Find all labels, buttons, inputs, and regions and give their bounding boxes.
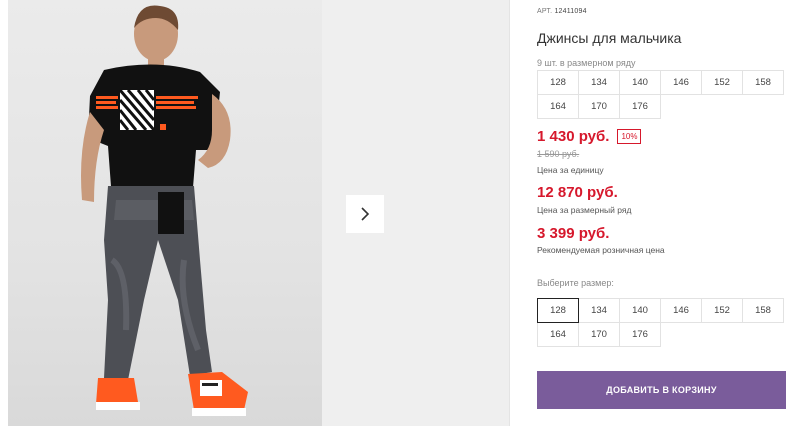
old-price: 1 590 руб. (537, 149, 580, 159)
column-divider (509, 0, 510, 426)
size-option-128[interactable]: 128 (537, 298, 579, 323)
size-option-176[interactable]: 176 (619, 322, 661, 347)
next-photo-button[interactable] (346, 195, 384, 233)
unit-price: 1 430 руб. (537, 128, 610, 145)
product-photo[interactable] (8, 0, 322, 426)
size-count-text: 9 шт. в размерном ряду (537, 58, 636, 68)
size-range-cell: 152 (701, 70, 743, 95)
retail-price-label: Рекомендуемая розничная цена (537, 245, 665, 255)
size-range-cell: 176 (619, 94, 661, 119)
boy-in-jeans-image (81, 5, 248, 416)
size-range-cell: 146 (660, 70, 702, 95)
shoe-text (202, 383, 218, 386)
size-row-price: 12 870 руб. (537, 184, 618, 201)
size-option-134[interactable]: 134 (578, 298, 620, 323)
size-option-164[interactable]: 164 (537, 322, 579, 347)
unit-price-row: 1 430 руб. 10% (537, 128, 642, 145)
size-option-146[interactable]: 146 (660, 298, 702, 323)
size-range-cell: 164 (537, 94, 579, 119)
chevron-right-icon (361, 207, 370, 221)
size-range-cell: 158 (742, 70, 784, 95)
product-gallery (0, 0, 510, 426)
size-option-158[interactable]: 158 (742, 298, 784, 323)
size-range-grid: 128 134 140 146 152 158 164 170 176 (537, 70, 789, 119)
size-range-cell: 128 (537, 70, 579, 95)
size-option-152[interactable]: 152 (701, 298, 743, 323)
retail-price: 3 399 руб. (537, 225, 610, 242)
add-to-cart-button[interactable]: ДОБАВИТЬ В КОРЗИНУ (537, 371, 786, 409)
size-row-price-label: Цена за размерный ряд (537, 205, 632, 215)
size-range-cell: 134 (578, 70, 620, 95)
size-range-cell: 140 (619, 70, 661, 95)
sku: АРТ. 12411094 (537, 8, 587, 15)
choose-size-label: Выберите размер: (537, 278, 614, 288)
size-option-170[interactable]: 170 (578, 322, 620, 347)
discount-badge: 10% (617, 129, 642, 144)
size-range-cell: 170 (578, 94, 620, 119)
product-title: Джинсы для мальчика (537, 30, 682, 46)
size-option-140[interactable]: 140 (619, 298, 661, 323)
size-selector: 128 134 140 146 152 158 164 170 176 (537, 298, 789, 347)
sku-value: 12411094 (554, 8, 587, 15)
sku-label: АРТ. (537, 8, 553, 15)
unit-price-label: Цена за единицу (537, 165, 604, 175)
